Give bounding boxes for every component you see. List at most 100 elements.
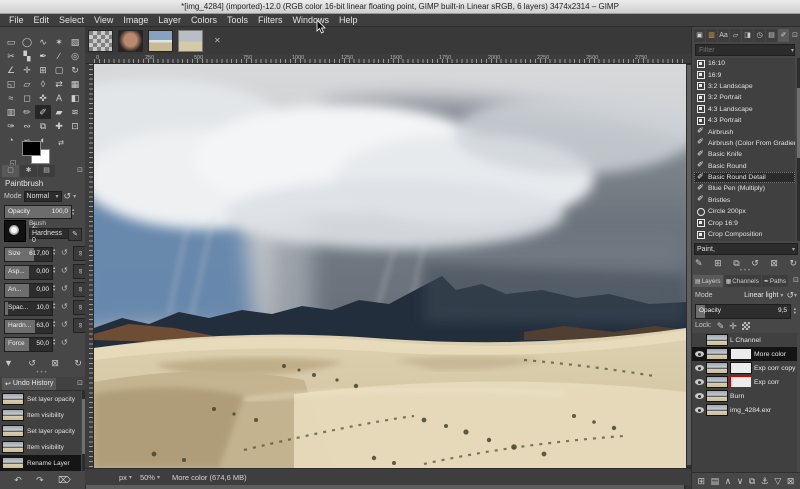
swap-colors-icon[interactable]: ⇄ — [58, 139, 64, 147]
mode-reset-icon[interactable]: ↺ — [786, 289, 794, 301]
layer-thumbnail[interactable] — [706, 376, 728, 388]
tool-measure[interactable]: ∠ — [3, 63, 19, 77]
slider-spinner[interactable]: ▴▾ — [53, 338, 55, 346]
tool-clone[interactable]: ⧉ — [35, 119, 51, 133]
option-slider[interactable]: An... 0,00 — [4, 283, 53, 298]
restore-tool-options-button[interactable]: ↺ — [28, 357, 36, 369]
mode-dropdown[interactable]: Normal ▾ — [24, 191, 62, 202]
duplicate-layer-button[interactable]: ⧉ — [749, 475, 755, 487]
tool-shear[interactable]: ▱ — [19, 77, 35, 91]
image-tab-portrait[interactable] — [118, 30, 143, 52]
undo-history-tab[interactable]: ↩ Undo History — [2, 378, 56, 390]
tool-preset-item[interactable]: Basic Knife — [694, 149, 795, 160]
tool-foreground-select[interactable]: ▚ — [19, 49, 35, 63]
panel-menu-icon[interactable]: ⊡ — [792, 30, 798, 42]
option-slider[interactable]: Hardn... 63,0 — [4, 319, 53, 334]
layer-thumbnail[interactable] — [706, 334, 728, 346]
canvas[interactable] — [94, 64, 686, 468]
clear-history-button[interactable]: ⌦ — [58, 474, 71, 486]
tool-scissors-select[interactable]: ✂ — [3, 49, 19, 63]
visibility-eye-icon[interactable] — [695, 407, 704, 413]
tool-presets-tab[interactable]: ✐ — [778, 29, 789, 42]
slider-reset-icon[interactable]: ↺ — [61, 248, 68, 257]
menu-item-view[interactable]: View — [89, 14, 118, 27]
palettes-tab[interactable]: ◨ — [742, 29, 753, 42]
layer-row[interactable]: img_4284.exr — [692, 403, 797, 417]
panel-menu-icon[interactable]: ⊡ — [77, 165, 83, 177]
panel-menu-icon[interactable]: ⊡ — [793, 275, 799, 287]
vertical-ruler[interactable] — [85, 64, 94, 468]
tool-mypaint-brush[interactable]: ∾ — [19, 119, 35, 133]
tool-cage-transform[interactable]: ▦ — [67, 77, 83, 91]
tab-paths[interactable]: ✒ Paths — [762, 275, 788, 287]
redo-button[interactable]: ↷ — [36, 474, 44, 486]
tool-preset-item[interactable]: 4:3 Portrait — [694, 115, 795, 126]
menu-item-file[interactable]: File — [4, 14, 29, 27]
tool-flip[interactable]: ⇄ — [51, 77, 67, 91]
mode-reset-icon[interactable]: ↺ — [64, 190, 72, 202]
tool-align[interactable]: ⊞ — [35, 63, 51, 77]
document-history-tab[interactable]: ◷ — [754, 29, 765, 42]
visibility-eye-icon[interactable] — [695, 379, 704, 385]
buffers-tab[interactable]: ▱ — [730, 29, 741, 42]
slider-reset-icon[interactable]: ↺ — [61, 266, 68, 275]
tool-gradient[interactable]: ▥ — [3, 105, 19, 119]
menu-item-layer[interactable]: Layer — [153, 14, 186, 27]
tool-pencil[interactable]: ✏ — [19, 105, 35, 119]
tool-preset-item[interactable]: Airbrush — [694, 126, 795, 137]
menu-item-windows[interactable]: Windows — [287, 14, 334, 27]
tool-ink[interactable]: ✑ — [3, 119, 19, 133]
images-tab[interactable]: ▤ — [766, 29, 777, 42]
menu-item-select[interactable]: Select — [54, 14, 89, 27]
preset-filter-input[interactable] — [695, 44, 795, 56]
tool-rectangle-select[interactable]: ▭ — [3, 35, 19, 49]
tool-unified-transform[interactable]: ◻ — [19, 91, 35, 105]
tool-preset-item[interactable]: 3:2 Landscape — [694, 81, 795, 92]
menu-item-colors[interactable]: Colors — [186, 14, 222, 27]
tool-fuzzy-select[interactable]: ✶ — [51, 35, 67, 49]
delete-tool-options-button[interactable]: ⊠ — [51, 357, 59, 369]
tool-select-by-color[interactable]: ▧ — [67, 35, 83, 49]
layer-thumbnail[interactable] — [706, 390, 728, 402]
edit-brush-icon[interactable]: ✎ — [68, 228, 82, 241]
image-tab-dunes[interactable] — [178, 30, 203, 52]
option-slider[interactable]: Spac... 10,0 — [4, 301, 53, 316]
tool-eraser[interactable]: ▰ — [51, 105, 67, 119]
brush-select[interactable]: 2. Hardness 0 — [29, 228, 69, 239]
tool-preset-item[interactable]: Basic Round — [694, 161, 795, 172]
tool-paintbrush[interactable]: ✐ — [35, 105, 51, 119]
visibility-eye-icon[interactable] — [695, 351, 704, 357]
lock-alpha-icon[interactable] — [742, 322, 750, 330]
layer-row[interactable]: Burn — [692, 389, 797, 403]
tool-crop[interactable]: ▢ — [51, 63, 67, 77]
layer-mask-thumbnail[interactable] — [730, 348, 752, 360]
tab-channels[interactable]: ▦ Channels — [724, 275, 761, 287]
chevron-down-icon[interactable]: ▾ — [73, 193, 76, 200]
slider-spinner[interactable]: ▴▾ — [53, 320, 55, 328]
slider-reset-icon[interactable]: ↺ — [61, 284, 68, 293]
layer-mode-value[interactable]: Linear light — [744, 292, 778, 299]
new-preset-button[interactable]: ⊞ — [714, 257, 722, 269]
visibility-eye-icon[interactable] — [695, 393, 704, 399]
undo-history-item[interactable]: Set layer opacity — [0, 391, 81, 407]
layer-mask-thumbnail[interactable] — [730, 362, 752, 374]
tool-rotate[interactable]: ↻ — [67, 63, 83, 77]
option-slider[interactable]: Force 50,0 — [4, 337, 53, 352]
menu-item-help[interactable]: Help — [334, 14, 363, 27]
unit-dropdown[interactable]: px ▾ — [115, 473, 136, 482]
undo-history-item[interactable]: Set layer opacity — [0, 423, 81, 439]
tool-preset-item[interactable]: 16:9 — [694, 69, 795, 80]
tool-preset-item[interactable]: Crop Composition — [694, 229, 795, 240]
tool-preset-item[interactable]: 16:10 — [694, 58, 795, 69]
horizontal-ruler[interactable]: 0250500750100012501500175020002250250027… — [85, 54, 692, 64]
tool-handle-transform[interactable]: ✜ — [35, 91, 51, 105]
layer-thumbnail[interactable] — [706, 348, 728, 360]
tool-heal[interactable]: ✚ — [51, 119, 67, 133]
chevron-down-icon[interactable]: ▾ — [780, 292, 783, 299]
gradients-tab[interactable]: ▥ — [706, 29, 717, 42]
layer-opacity-slider[interactable]: Opacity 9,5 — [695, 304, 791, 319]
new-group-button[interactable]: ▤ — [711, 475, 720, 487]
zoom-dropdown[interactable]: 50% ▾ — [136, 473, 164, 482]
tool-scale[interactable]: ◱ — [3, 77, 19, 91]
refresh-presets-button[interactable]: ↺ — [751, 257, 759, 269]
